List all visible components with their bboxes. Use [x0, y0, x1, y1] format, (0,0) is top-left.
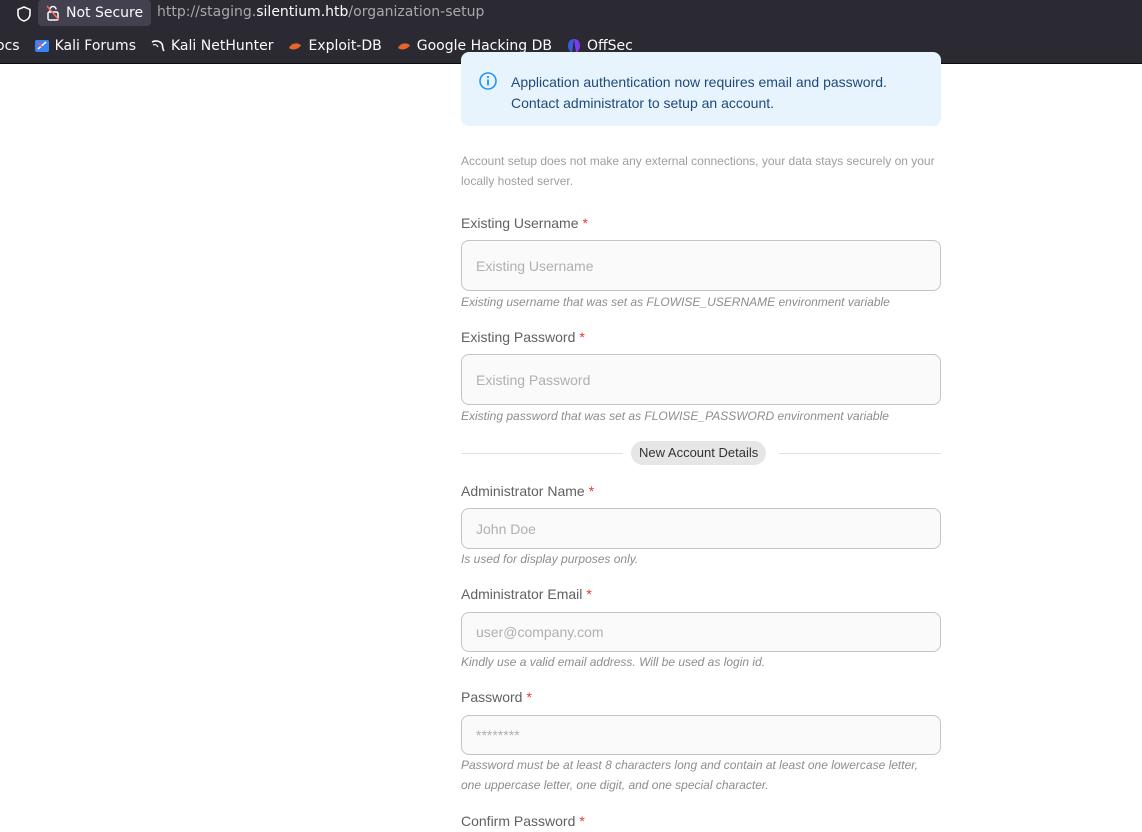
not-secure-indicator[interactable]: Not Secure: [38, 0, 152, 26]
existing-password-label: Existing Password *: [461, 329, 585, 345]
admin-name-label: Administrator Name *: [461, 483, 594, 499]
label-text: Existing Password: [461, 329, 576, 345]
bookmark-kali-forums[interactable]: Kali Forums: [34, 38, 136, 54]
info-alert: Application authentication now requires …: [461, 52, 941, 126]
confirm-password-label: Confirm Password *: [461, 813, 585, 829]
label-text: Password: [461, 689, 523, 705]
required-marker: *: [582, 215, 588, 231]
existing-username-label: Existing Username *: [461, 215, 588, 231]
required-marker: *: [579, 813, 585, 829]
exploitdb-icon: [289, 42, 302, 49]
password-helper: Password must be at least 8 characters l…: [461, 758, 918, 792]
url-path: /organization-setup: [348, 4, 485, 20]
password-input[interactable]: [461, 715, 941, 755]
existing-username-input[interactable]: [461, 240, 941, 291]
browser-url-bar: Not Secure http://staging.silentium.htb/…: [0, 0, 1142, 28]
alert-line-1: Application authentication now requires …: [511, 74, 887, 90]
privacy-note: Account setup does not make any external…: [461, 154, 935, 188]
admin-email-helper: Kindly use a valid email address. Will b…: [461, 655, 766, 669]
ghdb-icon: [397, 42, 410, 49]
info-icon: [479, 72, 497, 90]
address-bar[interactable]: http://staging.silentium.htb/organizatio…: [157, 4, 484, 20]
bookmark-label: Kali Forums: [54, 37, 136, 54]
label-text: Administrator Name: [461, 483, 585, 499]
admin-email-label: Administrator Email *: [461, 586, 592, 602]
bookmark-docs[interactable]: ocs: [0, 38, 20, 54]
admin-name-input[interactable]: [461, 508, 941, 549]
divider-line-left: [461, 453, 623, 454]
url-host: silentium.htb: [256, 4, 349, 20]
admin-name-helper: Is used for display purposes only.: [461, 552, 639, 566]
shield-icon[interactable]: [14, 4, 34, 24]
label-text: Confirm Password: [461, 813, 576, 829]
insecure-lock-icon: [46, 5, 60, 21]
new-account-details-chip: New Account Details: [631, 441, 767, 465]
kali-forums-icon: [34, 39, 49, 52]
bookmark-kali-nethunter[interactable]: Kali NetHunter: [150, 38, 273, 54]
password-label: Password *: [461, 689, 532, 705]
required-marker: *: [579, 329, 585, 345]
label-text: Administrator Email: [461, 586, 583, 602]
alert-message: Application authentication now requires …: [511, 72, 931, 114]
existing-password-input[interactable]: [461, 354, 941, 405]
bookmark-label: Exploit-DB: [308, 37, 382, 54]
bookmark-exploit-db[interactable]: Exploit-DB: [287, 37, 382, 54]
alert-line-2: Contact administrator to setup an accoun…: [511, 95, 775, 111]
bookmark-label: ocs: [0, 37, 20, 54]
url-prefix: http://staging.: [157, 4, 257, 20]
new-account-divider: New Account Details: [461, 440, 941, 466]
existing-username-helper: Existing username that was set as FLOWIS…: [461, 295, 890, 309]
kali-dragon-icon: [151, 39, 165, 51]
divider-line-right: [779, 453, 941, 454]
required-marker: *: [586, 586, 592, 602]
required-marker: *: [588, 483, 595, 499]
not-secure-label: Not Secure: [66, 5, 144, 21]
bookmark-label: Kali NetHunter: [171, 37, 274, 54]
existing-password-helper: Existing password that was set as FLOWIS…: [461, 409, 889, 423]
label-text: Existing Username: [461, 215, 579, 231]
required-marker: *: [526, 689, 532, 705]
admin-email-input[interactable]: [461, 612, 941, 652]
